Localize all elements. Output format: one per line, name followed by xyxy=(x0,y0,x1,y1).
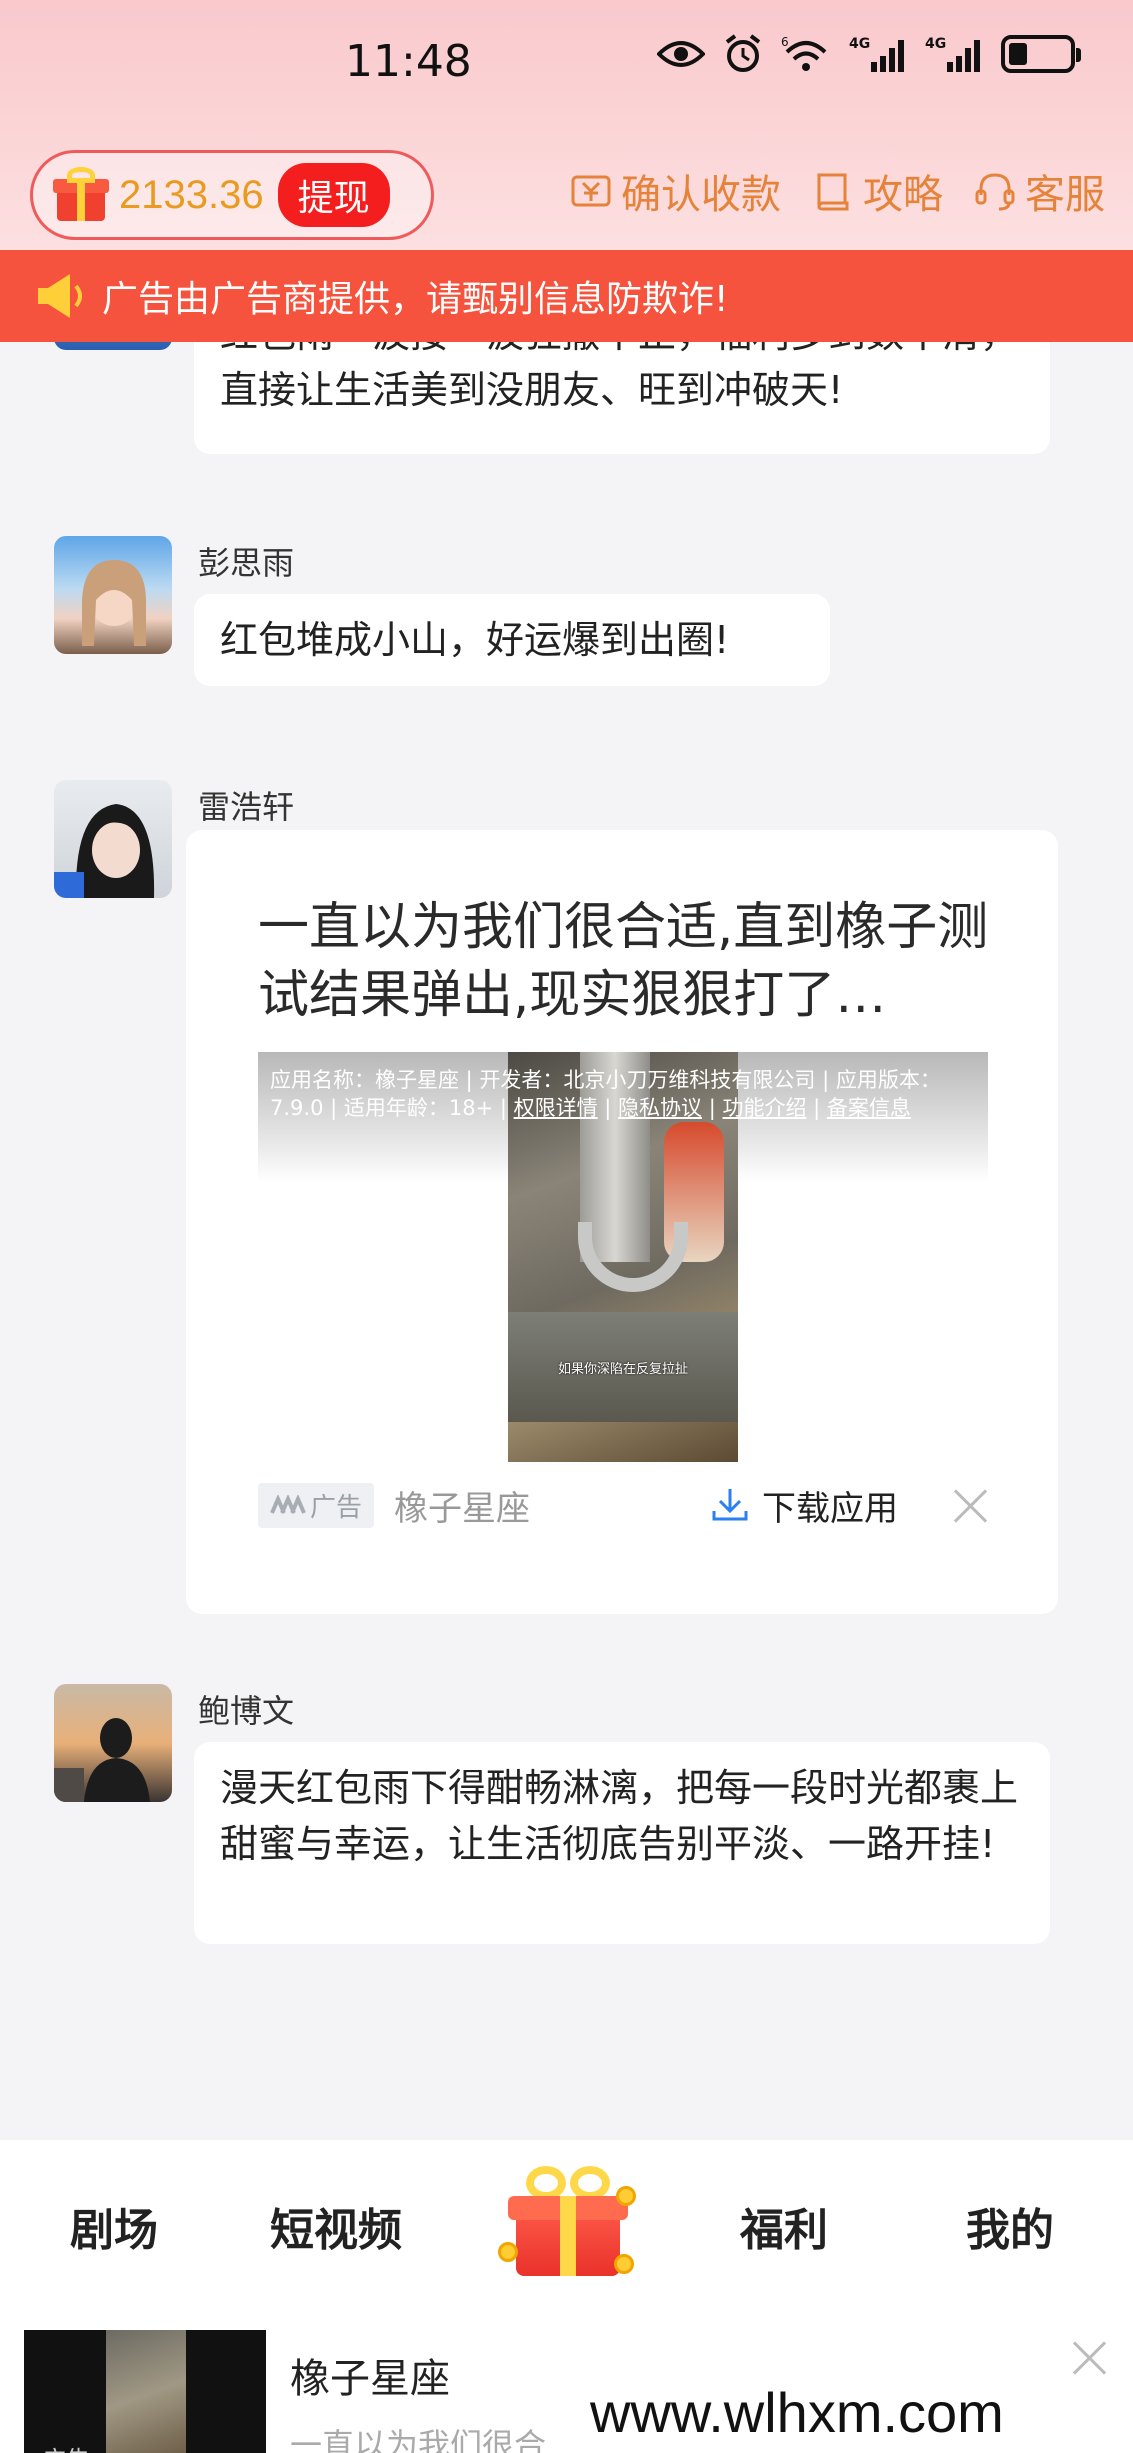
bottom-ad-thumbnail[interactable]: 广告 xyxy=(24,2330,266,2453)
ad-brand: 橡子星座 xyxy=(394,1488,531,1529)
status-time: 11:48 xyxy=(345,36,472,87)
message-text: 红包雨一波接一波狂撒不止，福利多到数不清，直接让生活美到没朋友、旺到冲破天! xyxy=(220,342,1018,412)
avatar[interactable] xyxy=(54,1684,172,1802)
top-header: 11:48 6 4G 4G 2133.36 提现 确认收款 攻略 客服 xyxy=(0,0,1133,250)
bottom-ad-close-icon[interactable] xyxy=(1072,2340,1108,2376)
download-icon xyxy=(712,1489,748,1521)
withdraw-button[interactable]: 提现 xyxy=(277,163,390,227)
message-text: 漫天红包雨下得酣畅淋漓，把每一段时光都裹上甜蜜与幸运，让生活彻底告别平淡、一路开… xyxy=(220,1766,1019,1866)
wifi-icon: 6 xyxy=(781,35,827,71)
alarm-icon xyxy=(725,34,761,72)
chat-list[interactable]: 红包雨一波接一波狂撒不止，福利多到数不清，直接让生活美到没朋友、旺到冲破天! 彭… xyxy=(0,342,1133,2142)
permissions-link[interactable]: 权限详情 xyxy=(514,1096,598,1120)
download-label: 下载应用 xyxy=(762,1488,898,1529)
message-bubble: 红包雨一波接一波狂撒不止，福利多到数不清，直接让生活美到没朋友、旺到冲破天! xyxy=(194,342,1050,454)
privacy-link[interactable]: 隐私协议 xyxy=(618,1096,702,1120)
avatar[interactable] xyxy=(54,780,172,898)
balance-amount: 2133.36 xyxy=(119,172,264,217)
headset-icon xyxy=(975,173,1015,211)
avatar[interactable] xyxy=(54,342,172,350)
username: 鲍博文 xyxy=(198,1692,295,1730)
avatar-photo xyxy=(54,804,155,898)
username: 雷浩轩 xyxy=(198,788,295,826)
nav-short-video[interactable]: 短视频 xyxy=(270,2194,402,2258)
features-link[interactable]: 功能介绍 xyxy=(722,1096,806,1120)
nav-benefits[interactable]: 福利 xyxy=(740,2194,828,2258)
avatar-photo xyxy=(54,1718,150,1802)
guide-label: 攻略 xyxy=(863,172,943,218)
video-caption: 如果你深陷在反复拉扯 xyxy=(557,1362,688,1377)
nav-theater[interactable]: 剧场 xyxy=(70,2194,158,2258)
signal-4g-label: 4G xyxy=(849,36,870,52)
customer-service-link[interactable]: 客服 xyxy=(973,162,1105,220)
megaphone-icon xyxy=(38,274,82,318)
battery-icon xyxy=(1001,35,1081,73)
signal-4g-icon: 4G xyxy=(849,36,904,72)
receipt-icon xyxy=(571,175,611,207)
ad-media[interactable]: 如果你深陷在反复拉扯 应用名称：橡子星座 | 开发者：北京小刀万维科技有限公司 … xyxy=(258,1052,988,1462)
bottom-nav: 剧场 短视频 福利 我的 xyxy=(0,2140,1133,2300)
header-links: 确认收款 攻略 客服 xyxy=(569,162,1105,220)
ad-headline[interactable]: 一直以为我们很合适,直到橡子测试结果弹出,现实狠狠打了… xyxy=(258,894,998,1030)
ad-notice-banner: 广告由广告商提供，请甄别信息防欺诈! xyxy=(0,250,1133,342)
wifi-badge: 6 xyxy=(781,35,789,49)
balance-pill[interactable]: 2133.36 提现 xyxy=(30,150,434,240)
download-app-button[interactable]: 下载应用 xyxy=(710,1481,898,1530)
filing-info-link[interactable]: 备案信息 xyxy=(827,1096,911,1120)
ad-card[interactable]: 一直以为我们很合适,直到橡子测试结果弹出,现实狠狠打了… 如果你深陷在反复拉扯 … xyxy=(186,830,1058,1614)
message-bubble: 红包堆成小山，好运爆到出圈! xyxy=(194,594,830,686)
avatar[interactable] xyxy=(54,536,172,654)
ad-tag-label: 广告 xyxy=(310,1492,363,1523)
signal-4g-icon-2: 4G xyxy=(925,36,980,72)
ad-close-icon[interactable] xyxy=(954,1488,988,1522)
username: 彭思雨 xyxy=(198,544,295,582)
status-icons: 6 4G 4G xyxy=(657,34,1081,74)
watermark: www.wlhxm.com xyxy=(590,2381,1004,2444)
signal-4g-label-2: 4G xyxy=(925,36,946,52)
app-info-text: 应用名称：橡子星座 | 开发者：北京小刀万维科技有限公司 | 应用版本：7.9.… xyxy=(270,1068,941,1120)
ad-footer: 广告 橡子星座 下载应用 xyxy=(258,1480,988,1530)
bottom-ad-tag: 广告 xyxy=(42,2440,90,2453)
bottom-ad-subtitle: 一直以为我们很合 xyxy=(290,2426,547,2453)
message-bubble: 漫天红包雨下得酣畅淋漓，把每一段时光都裹上甜蜜与幸运，让生活彻底告别平淡、一路开… xyxy=(194,1742,1050,1944)
notice-text: 广告由广告商提供，请甄别信息防欺诈! xyxy=(102,279,729,320)
guide-link[interactable]: 攻略 xyxy=(811,162,943,220)
message-text: 红包堆成小山，好运爆到出圈! xyxy=(220,618,730,662)
ad-tag: 广告 xyxy=(258,1482,375,1528)
customer-service-label: 客服 xyxy=(1025,172,1105,218)
confirm-receipt-link[interactable]: 确认收款 xyxy=(569,162,781,220)
gift-icon xyxy=(53,167,109,223)
guide-book-icon xyxy=(817,173,849,211)
nav-mine[interactable]: 我的 xyxy=(966,2194,1054,2258)
avatar-photo xyxy=(82,560,146,646)
eye-icon xyxy=(657,41,705,67)
nav-gift-icon[interactable] xyxy=(498,2162,638,2282)
bottom-ad-title[interactable]: 橡子星座 xyxy=(290,2346,450,2404)
ad-logo-icon xyxy=(270,1495,306,1514)
confirm-receipt-label: 确认收款 xyxy=(621,172,781,218)
